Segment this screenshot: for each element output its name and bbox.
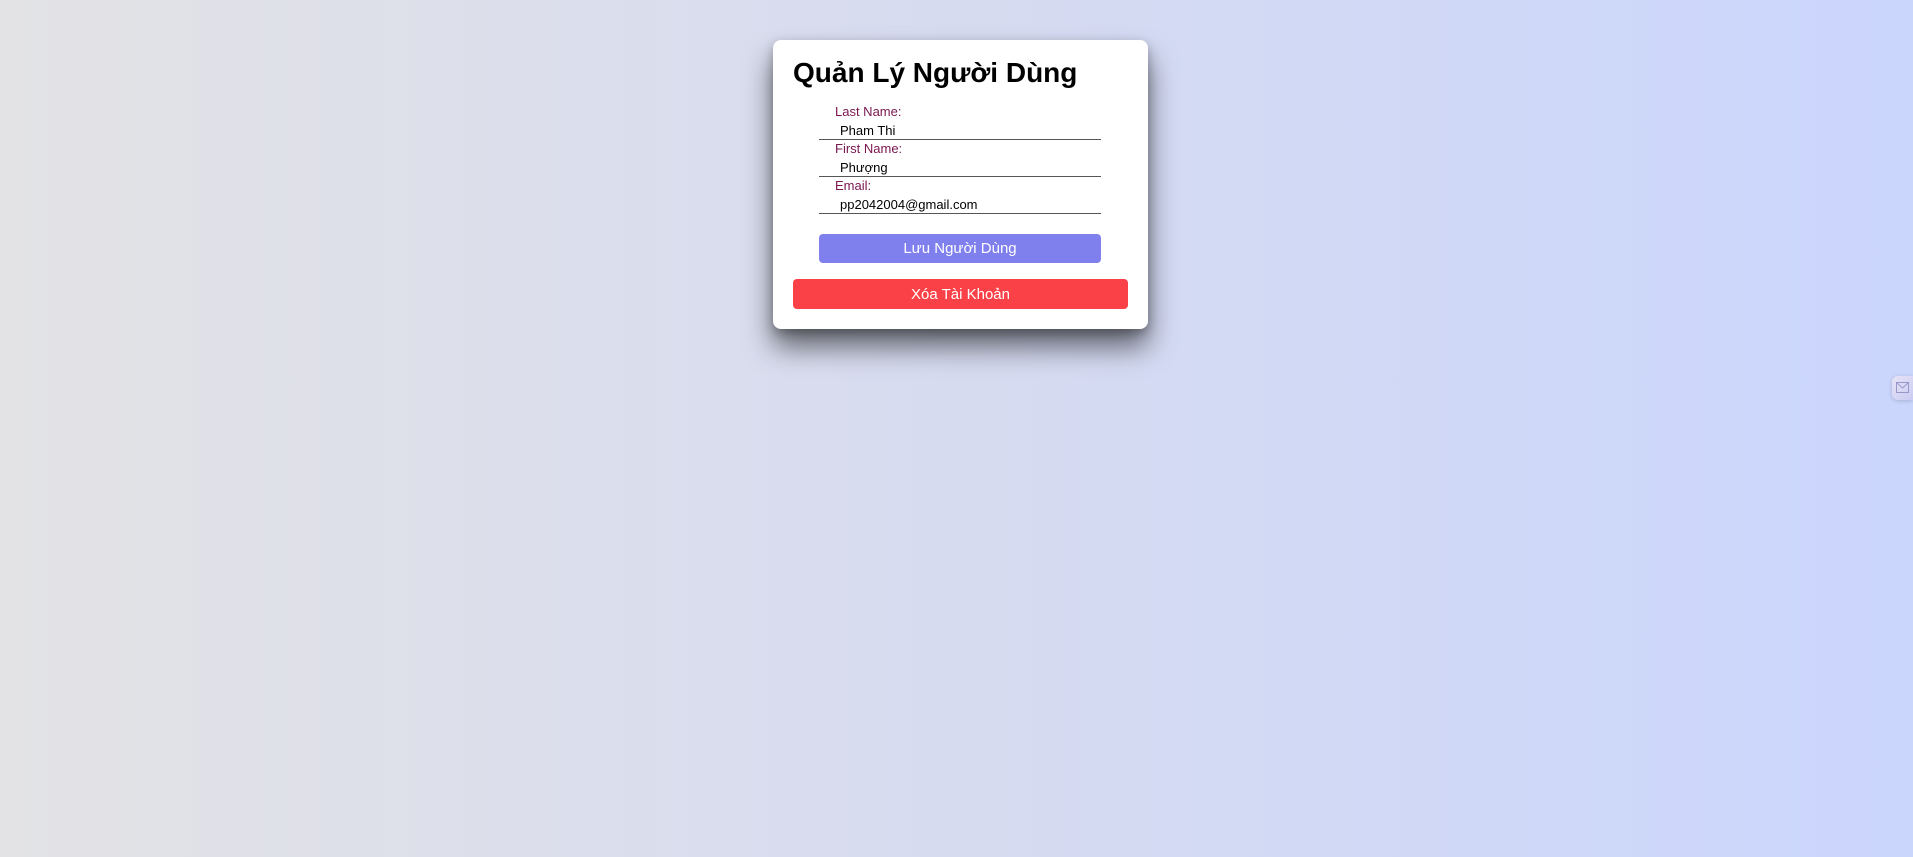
- first-name-input[interactable]: [819, 158, 1101, 177]
- side-mail-widget[interactable]: [1892, 376, 1913, 400]
- page-title: Quản Lý Người Dùng: [793, 57, 1078, 88]
- last-name-input[interactable]: [819, 121, 1101, 140]
- first-name-field: First Name:: [819, 141, 1101, 178]
- mail-icon: [1896, 382, 1909, 393]
- email-input[interactable]: [819, 195, 1101, 214]
- email-label: Email:: [835, 178, 872, 193]
- delete-account-button[interactable]: Xóa Tài Khoản: [793, 279, 1128, 309]
- email-field: Email:: [819, 178, 1101, 215]
- first-name-label: First Name:: [835, 141, 903, 156]
- save-user-button[interactable]: Lưu Người Dùng: [819, 234, 1101, 263]
- user-management-card: Quản Lý Người Dùng Last Name: First Name…: [773, 40, 1148, 329]
- last-name-field: Last Name:: [819, 104, 1101, 141]
- last-name-label: Last Name:: [835, 104, 902, 119]
